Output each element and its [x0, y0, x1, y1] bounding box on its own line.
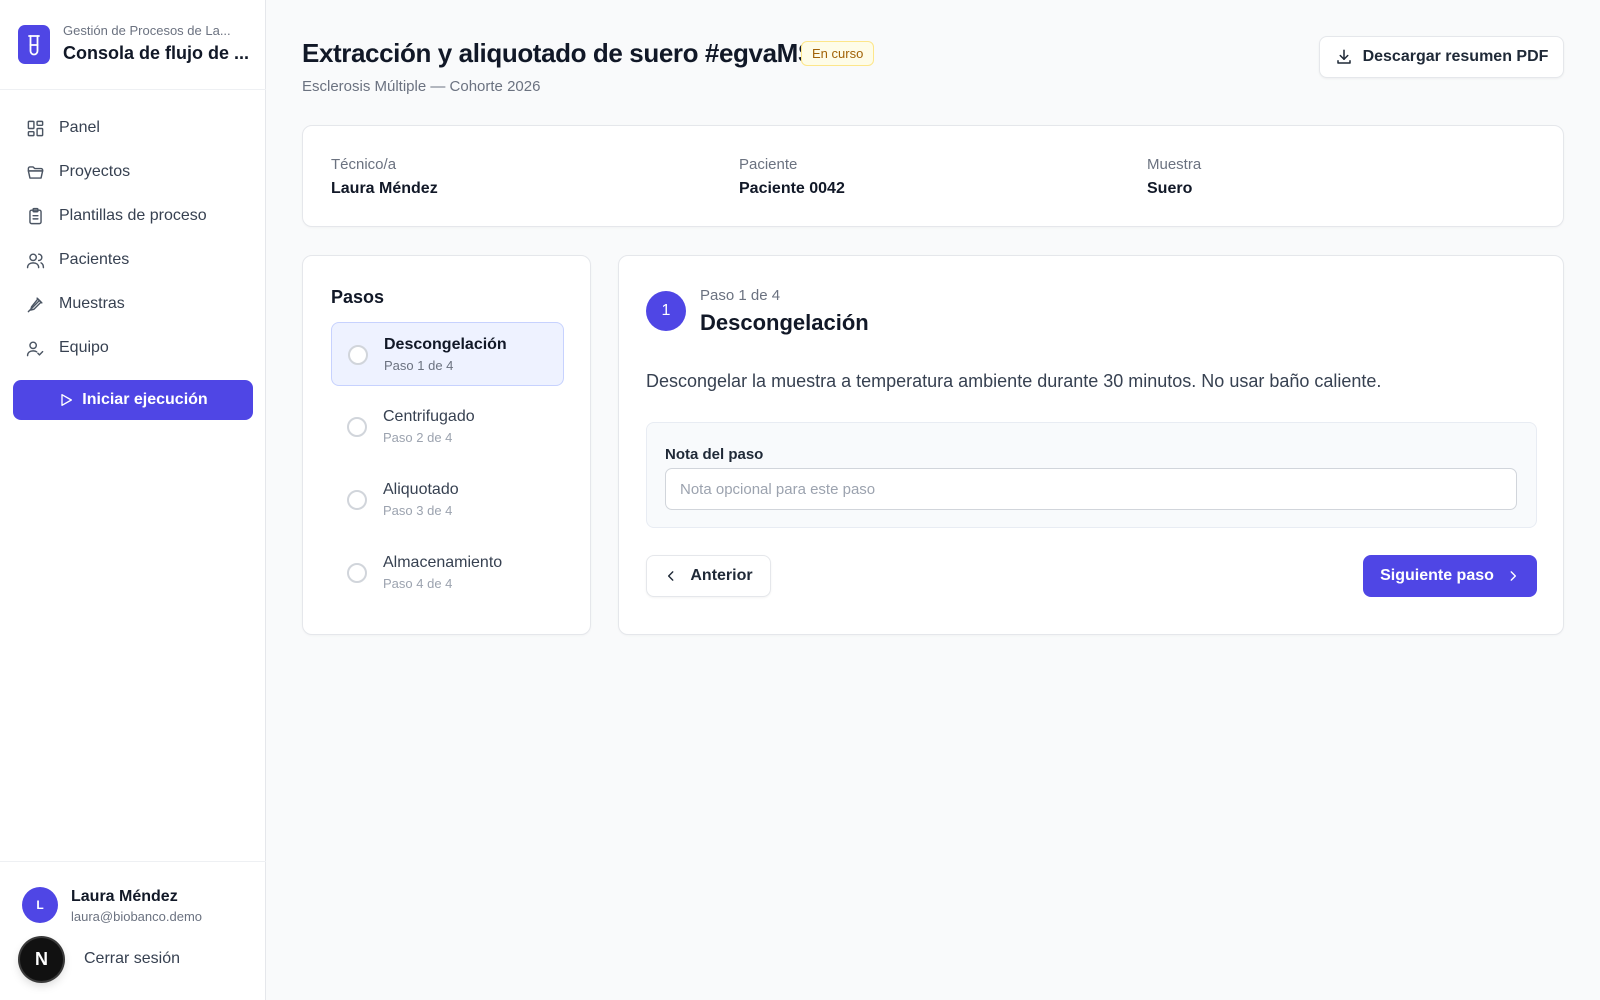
info-label: Técnico/a [331, 156, 397, 173]
step-note-input[interactable] [665, 468, 1517, 510]
sidebar-item-plantillas[interactable]: Plantillas de proceso [0, 194, 266, 238]
logout-link[interactable]: Cerrar sesión [84, 950, 180, 968]
step-status-circle-icon [348, 345, 368, 365]
info-value: Laura Méndez [331, 180, 438, 197]
info-label: Paciente [739, 156, 798, 173]
pipette-icon [27, 296, 43, 312]
sidebar-item-pacientes[interactable]: Pacientes [0, 238, 266, 282]
sidebar-item-label: Panel [59, 119, 100, 136]
step-item-almacenamiento[interactable]: Almacenamiento Paso 4 de 4 [331, 541, 564, 605]
page-title: Extracción y aliquotado de suero #egvaMS [302, 38, 815, 68]
sidebar-item-label: Proyectos [59, 163, 131, 180]
avatar: L [22, 887, 58, 923]
step-item-descongelacion[interactable]: Descongelación Paso 1 de 4 [331, 322, 564, 386]
step-title: Descongelación [700, 310, 869, 335]
brand-title: Consola de flujo de ... [63, 43, 250, 63]
step-detail-card: 1 Paso 1 de 4 Descongelación Descongelar… [618, 255, 1564, 635]
sidebar: Gestión de Procesos de La... Consola de … [0, 0, 266, 1000]
step-sub: Paso 1 de 4 [384, 358, 454, 373]
users-icon [26, 252, 45, 268]
steps-card: Pasos Descongelación Paso 1 de 4 Centrif… [302, 255, 591, 635]
sidebar-item-panel[interactable]: Panel [0, 106, 266, 150]
start-run-label: Iniciar ejecución [82, 391, 208, 408]
download-icon [1336, 49, 1351, 64]
user-check-icon [26, 340, 44, 356]
step-note-box: Nota del paso [646, 422, 1537, 528]
start-run-button[interactable]: Iniciar ejecución [13, 380, 253, 420]
status-badge: En curso [801, 41, 875, 66]
play-icon [61, 394, 73, 406]
sidebar-item-equipo[interactable]: Equipo [0, 326, 266, 370]
info-patient: Paciente Paciente 0042 [739, 156, 845, 198]
step-sub: Paso 4 de 4 [383, 576, 453, 591]
step-item-centrifugado[interactable]: Centrifugado Paso 2 de 4 [331, 395, 564, 459]
steps-title: Pasos [331, 287, 385, 307]
sidebar-item-label: Plantillas de proceso [59, 207, 207, 224]
download-pdf-button[interactable]: Descargar resumen PDF [1319, 36, 1564, 78]
sidebar-item-label: Muestras [59, 295, 125, 312]
next-step-label: Siguiente paso [1380, 567, 1494, 584]
run-info-card: Técnico/a Laura Méndez Paciente Paciente… [302, 125, 1564, 227]
dashboard-icon [27, 120, 44, 136]
sidebar-item-label: Pacientes [59, 251, 130, 268]
step-status-circle-icon [347, 563, 367, 583]
user-email: laura@biobanco.demo [71, 909, 203, 924]
sidebar-item-proyectos[interactable]: Proyectos [0, 150, 266, 194]
step-name: Descongelación [384, 336, 507, 353]
info-value: Suero [1147, 180, 1193, 197]
step-status-circle-icon [347, 417, 367, 437]
step-name: Almacenamiento [383, 554, 503, 571]
user-name: Laura Méndez [71, 888, 178, 905]
sidebar-item-label: Equipo [59, 339, 109, 356]
chevron-right-icon [1510, 571, 1516, 581]
step-number-badge: 1 [646, 291, 686, 331]
test-tube-icon [18, 25, 50, 64]
step-sub: Paso 3 de 4 [383, 503, 453, 518]
step-status-circle-icon [347, 490, 367, 510]
step-item-aliquotado[interactable]: Aliquotado Paso 3 de 4 [331, 468, 564, 532]
previous-button[interactable]: Anterior [646, 555, 771, 597]
step-name: Centrifugado [383, 408, 475, 425]
step-description: Descongelar la muestra a temperatura amb… [646, 371, 1382, 391]
step-name: Aliquotado [383, 481, 459, 498]
step-sub: Paso 2 de 4 [383, 430, 453, 445]
sidebar-nav: Panel Proyectos Plantillas de proceso Pa… [0, 106, 266, 370]
n-badge[interactable]: N [20, 938, 63, 981]
info-technician: Técnico/a Laura Méndez [331, 156, 438, 198]
page-subtitle: Esclerosis Múltiple — Cohorte 2026 [302, 78, 541, 95]
info-value: Paciente 0042 [739, 180, 845, 197]
user-area: L Laura Méndez laura@biobanco.demo N Cer… [0, 861, 266, 1000]
clipboard-icon [29, 207, 42, 224]
info-label: Muestra [1147, 156, 1202, 173]
step-note-label: Nota del paso [665, 446, 764, 463]
folder-icon [27, 165, 44, 179]
download-pdf-label: Descargar resumen PDF [1362, 48, 1549, 65]
sidebar-item-muestras[interactable]: Muestras [0, 282, 266, 326]
next-step-button[interactable]: Siguiente paso [1363, 555, 1537, 597]
brand-header: Gestión de Procesos de La... Consola de … [0, 0, 266, 90]
brand-subtitle: Gestión de Procesos de La... [63, 23, 231, 38]
step-progress-text: Paso 1 de 4 [700, 287, 781, 304]
chevron-left-icon [668, 571, 674, 581]
previous-label: Anterior [690, 567, 753, 584]
info-sample: Muestra Suero [1147, 156, 1201, 198]
